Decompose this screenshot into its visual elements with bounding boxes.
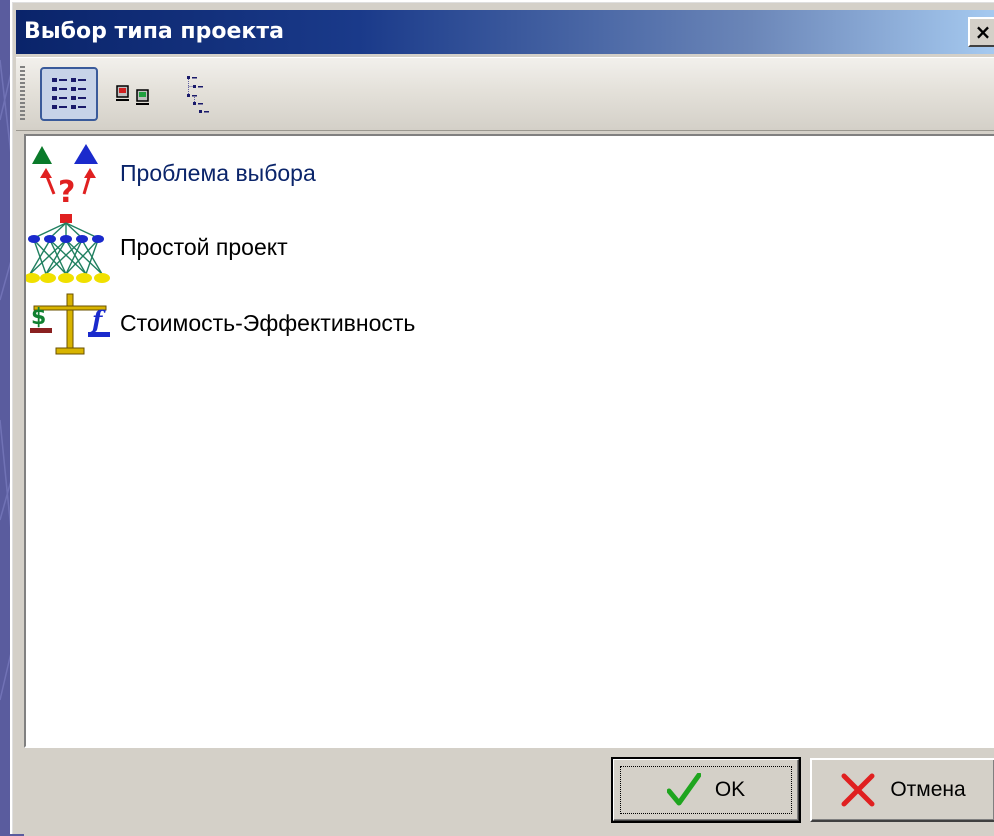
title-bar: Выбор типа проекта × [16, 10, 994, 54]
list-view-icon [52, 78, 86, 109]
dialog-footer: OK Отмена [24, 748, 994, 836]
large-icons-view-button[interactable] [40, 67, 98, 121]
list-item-cost-effectiveness[interactable]: $ f Стоимость-Эффективность [26, 288, 986, 360]
close-button[interactable]: × [968, 17, 994, 47]
list-item-choice-problem[interactable]: ? Проблема выбора [26, 138, 986, 210]
toolbar-grip[interactable] [20, 66, 25, 122]
window-title: Выбор типа проекта [24, 19, 284, 44]
choice-problem-icon: ? [32, 144, 98, 210]
cost-effectiveness-icon: $ f [30, 293, 110, 355]
small-icons-view-icon [116, 85, 149, 105]
cancel-button[interactable]: Отмена [810, 758, 994, 822]
tree-view-icon [187, 76, 209, 113]
close-icon: × [974, 20, 992, 44]
cancel-button-label: Отмена [890, 778, 966, 801]
toolbar [16, 57, 994, 131]
project-type-list[interactable]: ? Проблема выбора Простой проект $ f Сто… [24, 134, 994, 748]
simple-project-icon [26, 214, 110, 283]
tree-view-button[interactable] [172, 67, 230, 121]
check-icon [666, 773, 701, 806]
list-item-simple-project[interactable]: Простой проект [26, 212, 986, 284]
ok-button[interactable]: OK [611, 757, 801, 823]
cross-icon [841, 773, 875, 807]
project-type-dialog: Выбор типа проекта × ? Проблема выбора П… [10, 0, 994, 836]
list-item-label: Простой проект [120, 234, 288, 260]
svg-text:?: ? [58, 175, 75, 210]
small-icons-view-button[interactable] [106, 67, 164, 121]
list-item-label: Проблема выбора [120, 160, 316, 186]
focus-ring [620, 766, 792, 814]
ok-button-label: OK [714, 778, 746, 801]
svg-text:$: $ [31, 305, 46, 330]
list-item-label: Стоимость-Эффективность [120, 310, 416, 336]
